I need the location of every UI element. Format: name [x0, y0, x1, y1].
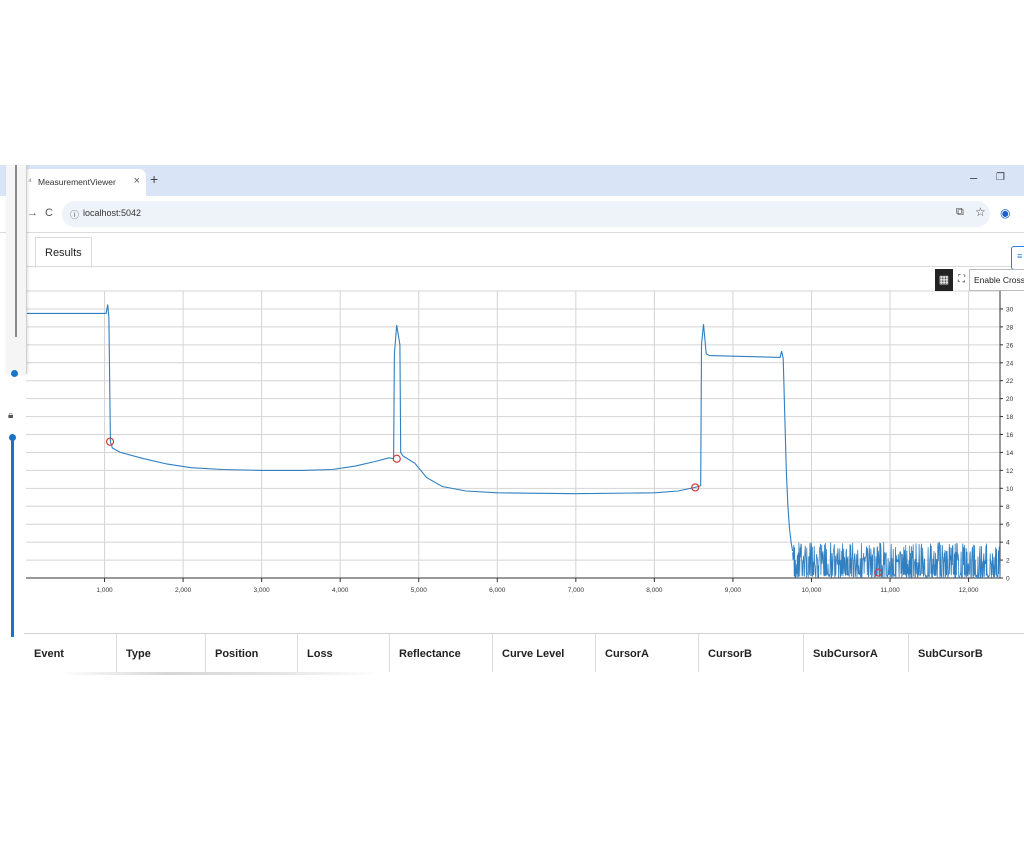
- x-tick-label: 12,000: [959, 587, 979, 594]
- profile-icon[interactable]: ◉: [1000, 206, 1010, 220]
- new-tab-button[interactable]: +: [150, 171, 158, 187]
- tab-close-icon[interactable]: ×: [134, 175, 140, 187]
- lock-icon[interactable]: 🔒︎: [8, 410, 13, 421]
- app-content: Results ≡ 1,000 2,000 3,000 4,000 5,000 6,000…: [0, 232, 1024, 705]
- y-tick-label: 0: [1006, 576, 1010, 583]
- x-tick-label: 10,000: [802, 587, 822, 594]
- forward-icon[interactable]: →: [27, 207, 38, 219]
- x-tick-label: 11,000: [880, 587, 900, 594]
- minimize-button[interactable]: –: [970, 170, 977, 185]
- column-header-label: Curve Level: [502, 648, 565, 660]
- column-header[interactable]: Reflectance: [389, 634, 493, 672]
- x-tick-label: 8,000: [646, 587, 663, 594]
- column-header[interactable]: Curve Level: [492, 634, 596, 672]
- column-header[interactable]: SubCursorB: [908, 634, 1024, 672]
- x-tick-label: 2,000: [175, 587, 192, 594]
- x-tick-label: 9,000: [725, 587, 742, 594]
- vertical-scroll-rail[interactable]: [11, 437, 14, 637]
- y-tick-label: 22: [1006, 378, 1014, 385]
- x-tick-label: 4,000: [332, 587, 349, 594]
- otdr-trace-chart[interactable]: 1,000 2,000 3,000 4,000 5,000 6,000 7,000 8,000…: [0, 233, 1024, 633]
- y-tick-label: 6: [1006, 522, 1010, 529]
- events-table: Event Type Position Loss Reflectance Curve Le…: [24, 633, 1024, 674]
- side-panel: ≡: [6, 165, 27, 377]
- restore-button[interactable]: ❐: [996, 172, 1005, 183]
- browser-window: ⁴ MeasurementViewer × + – ❐ → C ⓘ localh…: [0, 165, 1024, 705]
- grid-toggle-icon[interactable]: ▦: [935, 269, 953, 291]
- x-tick-label: 3,000: [254, 587, 271, 594]
- column-header-label: CursorB: [708, 648, 753, 660]
- enable-crosshair-button[interactable]: Enable Crossh: [969, 269, 1024, 291]
- address-bar[interactable]: ⓘ localhost:5042 ⧉ ☆: [62, 201, 990, 227]
- column-header-label: SubCursorA: [813, 648, 878, 660]
- y-tick-label: 2: [1006, 558, 1010, 565]
- table-row-placeholder: [60, 672, 380, 675]
- column-header-label: Event: [34, 648, 64, 660]
- column-header-label: CursorA: [605, 648, 650, 660]
- trace-line: [26, 304, 794, 552]
- column-header-label: SubCursorB: [918, 648, 983, 660]
- column-header[interactable]: Event: [24, 634, 117, 672]
- x-tick-label: 6,000: [489, 587, 506, 594]
- y-tick-label: 4: [1006, 540, 1010, 547]
- x-tick-label: 1,000: [96, 587, 113, 594]
- y-tick-label: 18: [1006, 414, 1014, 421]
- y-tick-label: 26: [1006, 342, 1014, 349]
- site-info-icon[interactable]: ⓘ: [70, 208, 79, 221]
- reload-icon[interactable]: C: [45, 207, 53, 219]
- event-marker: [392, 454, 401, 463]
- y-tick-label: 12: [1006, 468, 1014, 475]
- column-header-label: Loss: [307, 648, 333, 660]
- y-tick-label: 28: [1006, 324, 1014, 331]
- column-header[interactable]: CursorA: [595, 634, 699, 672]
- side-slider-track[interactable]: [15, 165, 17, 337]
- y-tick-label: 14: [1006, 450, 1014, 457]
- scroll-rail-handle[interactable]: [9, 434, 16, 441]
- y-tick-label: 16: [1006, 432, 1014, 439]
- column-header[interactable]: CursorB: [698, 634, 804, 672]
- favicon-icon: ⁴: [28, 176, 32, 186]
- y-tick-label: 20: [1006, 396, 1014, 403]
- x-tick-label: 5,000: [411, 587, 428, 594]
- tab-title: MeasurementViewer: [38, 177, 116, 187]
- x-tick-label: 7,000: [568, 587, 585, 594]
- y-tick-label: 10: [1006, 486, 1014, 493]
- column-header[interactable]: Loss: [297, 634, 390, 672]
- browser-toolbar: → C ⓘ localhost:5042 ⧉ ☆ ◉: [0, 196, 1024, 232]
- fullscreen-icon[interactable]: ⛶: [954, 269, 969, 291]
- column-header-label: Type: [126, 648, 151, 660]
- column-header[interactable]: Position: [205, 634, 298, 672]
- browser-tab[interactable]: ⁴ MeasurementViewer ×: [22, 169, 146, 196]
- column-header[interactable]: SubCursorA: [803, 634, 909, 672]
- side-slider-handle[interactable]: [11, 370, 18, 377]
- y-tick-label: 8: [1006, 504, 1010, 511]
- install-app-icon[interactable]: ⧉: [956, 206, 964, 219]
- bookmark-star-icon[interactable]: ☆: [975, 205, 986, 219]
- column-header-label: Reflectance: [399, 648, 461, 660]
- column-header-label: Position: [215, 648, 259, 660]
- tab-strip: ⁴ MeasurementViewer × + – ❐: [0, 165, 1024, 196]
- url-text: localhost:5042: [83, 208, 142, 218]
- y-tick-label: 24: [1006, 360, 1014, 367]
- column-header[interactable]: Type: [116, 634, 206, 672]
- y-tick-label: 30: [1006, 306, 1014, 313]
